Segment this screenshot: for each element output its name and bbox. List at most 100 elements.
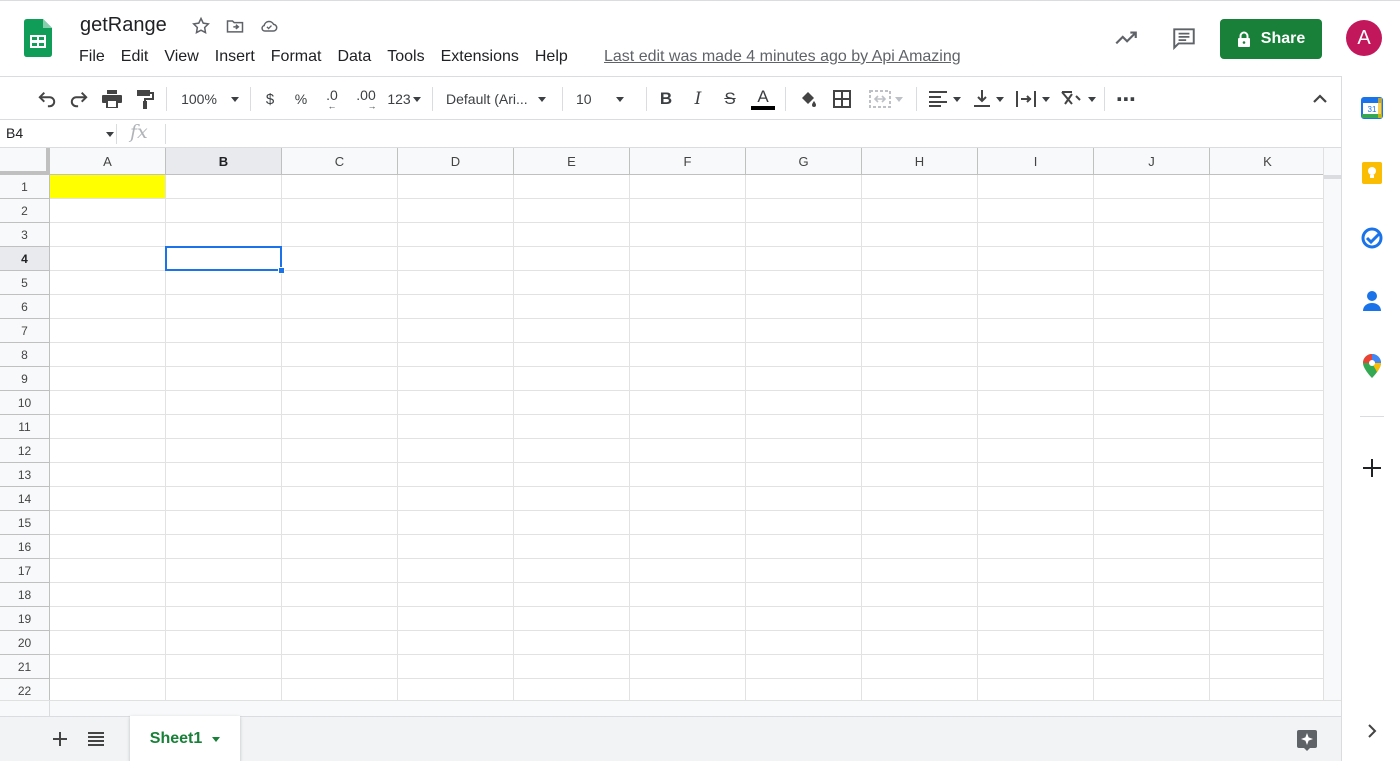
currency-format-button[interactable]: $ [259,85,281,113]
row-header-8[interactable]: 8 [0,343,50,367]
cell-f9[interactable] [630,367,746,391]
cell-e14[interactable] [514,487,630,511]
cell-i21[interactable] [978,655,1094,679]
more-formats-select[interactable]: 123 [384,85,424,113]
cell-h11[interactable] [862,415,978,439]
cell-k12[interactable] [1210,439,1323,463]
cell-h1[interactable] [862,175,978,199]
cell-d17[interactable] [398,559,514,583]
cell-j13[interactable] [1094,463,1210,487]
cell-k13[interactable] [1210,463,1323,487]
cell-k17[interactable] [1210,559,1323,583]
cell-h20[interactable] [862,631,978,655]
row-header-18[interactable]: 18 [0,583,50,607]
text-rotation-icon[interactable] [1058,85,1098,113]
cell-b17[interactable] [166,559,282,583]
cell-e5[interactable] [514,271,630,295]
calendar-icon[interactable]: 31 [1360,96,1384,120]
cell-h13[interactable] [862,463,978,487]
cell-a9[interactable] [50,367,166,391]
cell-h17[interactable] [862,559,978,583]
cell-g2[interactable] [746,199,862,223]
cell-j7[interactable] [1094,319,1210,343]
row-header-12[interactable]: 12 [0,439,50,463]
vertical-align-icon[interactable] [970,85,1008,113]
cell-c4[interactable] [282,247,398,271]
merge-cells-icon[interactable] [864,85,908,113]
menu-tools[interactable]: Tools [379,45,432,69]
cell-k20[interactable] [1210,631,1323,655]
cell-g21[interactable] [746,655,862,679]
cell-b18[interactable] [166,583,282,607]
cell-h14[interactable] [862,487,978,511]
cell-c14[interactable] [282,487,398,511]
cell-b5[interactable] [166,271,282,295]
add-icon[interactable] [1360,456,1384,480]
cell-a5[interactable] [50,271,166,295]
cell-k3[interactable] [1210,223,1323,247]
cell-a1[interactable] [50,175,166,199]
cell-j2[interactable] [1094,199,1210,223]
cell-a22[interactable] [50,679,166,700]
cell-g20[interactable] [746,631,862,655]
cell-e9[interactable] [514,367,630,391]
cell-g3[interactable] [746,223,862,247]
frozen-row-handle[interactable] [1324,175,1342,179]
cell-i6[interactable] [978,295,1094,319]
more-options-button[interactable]: ⋯ [1114,85,1138,113]
cell-e12[interactable] [514,439,630,463]
cell-k10[interactable] [1210,391,1323,415]
cell-f4[interactable] [630,247,746,271]
row-header-11[interactable]: 11 [0,415,50,439]
cell-e20[interactable] [514,631,630,655]
cell-j16[interactable] [1094,535,1210,559]
cell-a15[interactable] [50,511,166,535]
contacts-icon[interactable] [1360,289,1384,313]
cell-b1[interactable] [166,175,282,199]
cell-k21[interactable] [1210,655,1323,679]
undo-icon[interactable] [34,85,60,113]
cell-d2[interactable] [398,199,514,223]
cell-d8[interactable] [398,343,514,367]
cell-a16[interactable] [50,535,166,559]
cell-d4[interactable] [398,247,514,271]
cell-f21[interactable] [630,655,746,679]
cell-e22[interactable] [514,679,630,700]
cell-j21[interactable] [1094,655,1210,679]
cell-e21[interactable] [514,655,630,679]
cell-h8[interactable] [862,343,978,367]
cell-e15[interactable] [514,511,630,535]
cell-b7[interactable] [166,319,282,343]
cell-j1[interactable] [1094,175,1210,199]
cell-i10[interactable] [978,391,1094,415]
cell-a20[interactable] [50,631,166,655]
cell-b8[interactable] [166,343,282,367]
cell-h6[interactable] [862,295,978,319]
cell-a17[interactable] [50,559,166,583]
bold-button[interactable]: B [656,85,676,113]
cell-k16[interactable] [1210,535,1323,559]
column-header-c[interactable]: C [282,148,398,175]
menu-insert[interactable]: Insert [207,45,263,69]
cell-h7[interactable] [862,319,978,343]
share-button[interactable]: Share [1220,19,1322,59]
cell-k22[interactable] [1210,679,1323,700]
row-header-9[interactable]: 9 [0,367,50,391]
document-title[interactable]: getRange [80,14,167,37]
cell-g4[interactable] [746,247,862,271]
cell-a18[interactable] [50,583,166,607]
cell-h4[interactable] [862,247,978,271]
cell-d11[interactable] [398,415,514,439]
cell-d12[interactable] [398,439,514,463]
cell-d22[interactable] [398,679,514,700]
cell-a6[interactable] [50,295,166,319]
cell-c8[interactable] [282,343,398,367]
activity-dashboard-icon[interactable] [1110,22,1142,54]
cell-c21[interactable] [282,655,398,679]
cell-g8[interactable] [746,343,862,367]
cell-g9[interactable] [746,367,862,391]
cell-k19[interactable] [1210,607,1323,631]
row-header-2[interactable]: 2 [0,199,50,223]
cell-d10[interactable] [398,391,514,415]
cell-e7[interactable] [514,319,630,343]
